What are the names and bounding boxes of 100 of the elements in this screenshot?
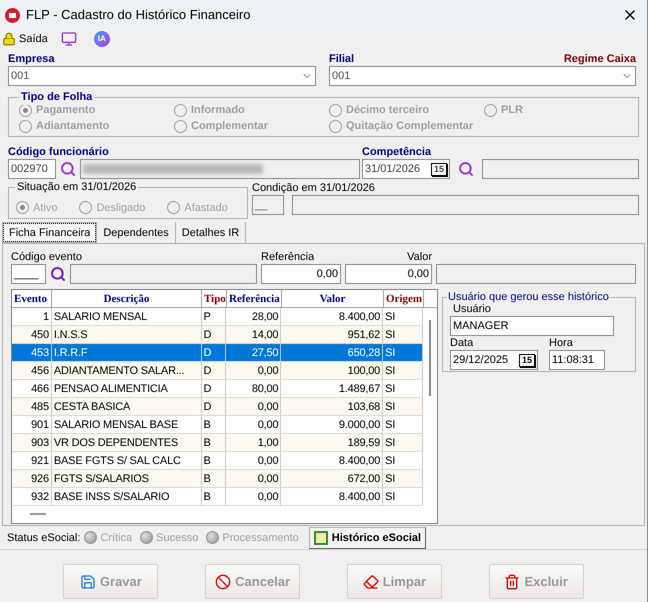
table-cell: 672,00 xyxy=(281,470,384,487)
scrollbar-thumb[interactable] xyxy=(429,320,431,396)
table-cell: 0,00 xyxy=(226,452,282,469)
table-cell: 1,00 xyxy=(226,434,282,451)
search-icon[interactable] xyxy=(60,161,76,177)
radio-label: Pagamento xyxy=(36,103,96,118)
tab[interactable]: Ficha Financeira xyxy=(2,222,98,243)
status-radio[interactable] xyxy=(206,531,220,544)
radio-label: Adiantamento xyxy=(36,119,110,134)
table-cell: 14,00 xyxy=(226,326,282,343)
date-field[interactable]: 29/12/2025 15 xyxy=(450,350,538,370)
radio-button[interactable] xyxy=(19,120,32,132)
exit-link[interactable]: Saída xyxy=(19,32,48,46)
radio-button[interactable] xyxy=(174,104,187,116)
table-cell: P xyxy=(202,308,226,325)
radio-button[interactable] xyxy=(484,104,497,116)
event-description-field[interactable] xyxy=(70,264,257,284)
time-field[interactable]: 11:08:31 xyxy=(549,350,605,370)
competence-detail-field[interactable] xyxy=(482,159,639,179)
table-cell: 8.400,00 xyxy=(281,452,384,469)
condition-detail-field[interactable] xyxy=(292,195,639,215)
group-title: Tipo de Folha xyxy=(19,89,94,105)
employee-name-field[interactable] xyxy=(80,159,360,179)
field-label: Condição em 31/01/2026 xyxy=(252,181,376,195)
ia-button[interactable]: IA xyxy=(94,31,110,47)
reference-field[interactable]: 0,00 xyxy=(261,264,341,284)
trash-icon xyxy=(504,574,520,590)
value-field[interactable]: 0,00 xyxy=(345,264,432,284)
field-label: Hora xyxy=(549,336,574,350)
radio-button[interactable] xyxy=(16,201,29,214)
field-label: Filial xyxy=(329,52,354,66)
table-row[interactable]: 450 I.N.S.S D 14,00 951,62 SI xyxy=(12,326,423,344)
window-title: FLP - Cadastro do Histórico Financeiro xyxy=(26,8,250,22)
calendar-button[interactable]: 15 xyxy=(430,162,447,176)
radio-button[interactable] xyxy=(329,104,342,116)
field-label: Valor xyxy=(406,250,432,264)
table-cell: 28,00 xyxy=(226,308,282,325)
column-header[interactable]: Descrição xyxy=(52,290,202,307)
table-cell: B xyxy=(202,452,226,469)
calendar-button[interactable]: 15 xyxy=(518,354,535,366)
table-cell: VR DOS DEPENDENTES xyxy=(52,434,202,451)
table-cell: B xyxy=(202,470,226,487)
radio-button[interactable] xyxy=(167,201,180,214)
radio-button[interactable] xyxy=(79,201,92,214)
table-cell: SI xyxy=(383,488,424,505)
radio-button[interactable] xyxy=(174,120,187,132)
table-cell: 8.400,00 xyxy=(281,488,384,505)
date-field[interactable]: 31/01/2026 15 xyxy=(362,159,450,179)
tab[interactable]: Detalhes IR xyxy=(176,222,246,243)
radio-label: Desligado xyxy=(96,200,146,214)
table-cell: SALARIO MENSAL xyxy=(52,308,202,325)
table-cell: ADIANTAMENTO SALAR... xyxy=(52,362,202,379)
status-radio[interactable] xyxy=(84,531,98,544)
column-header[interactable]: Origem xyxy=(384,290,424,307)
padlock-icon[interactable] xyxy=(2,32,16,46)
field-label: Código funcionário xyxy=(8,145,110,159)
radio-button[interactable] xyxy=(329,120,342,132)
table-row[interactable]: 903 VR DOS DEPENDENTES B 1,00 189,59 SI xyxy=(12,434,423,452)
field-label: Data xyxy=(450,336,474,350)
table-cell: B xyxy=(202,416,226,433)
event-code-field[interactable]: ____ xyxy=(11,264,46,284)
search-icon[interactable] xyxy=(50,266,66,282)
branch-dropdown[interactable]: 001 xyxy=(329,66,636,86)
field-label: Usuário xyxy=(453,302,492,316)
table-cell: SI xyxy=(383,362,424,379)
table-row[interactable]: 453 I.R.R.F D 27,50 650,28 SI xyxy=(12,344,423,362)
column-header[interactable]: Tipo xyxy=(202,290,227,307)
table-row[interactable]: 926 FGTS S/SALARIOS B 0,00 672,00 SI xyxy=(12,470,423,488)
tab[interactable]: Dependentes xyxy=(97,222,176,243)
monitor-icon[interactable] xyxy=(60,31,77,47)
company-dropdown[interactable]: 001 xyxy=(8,66,316,86)
table-row[interactable]: 921 BASE FGTS S/ SAL CALC B 0,00 8.400,00 SI xyxy=(12,452,423,470)
column-header[interactable]: Evento xyxy=(12,290,52,307)
table-cell: SI xyxy=(383,326,424,343)
table-row[interactable]: 485 CESTA BASICA D 0,00 103,68 SI xyxy=(12,398,423,416)
condition-code-field[interactable]: __ xyxy=(252,195,284,215)
table-cell: 8.400,00 xyxy=(281,308,384,325)
extra-field[interactable] xyxy=(436,264,636,284)
status-radio[interactable] xyxy=(140,531,154,544)
esocial-history-button[interactable]: Histórico eSocial xyxy=(308,526,426,548)
column-header[interactable]: Valor xyxy=(282,290,384,307)
table-row[interactable]: 932 BASE INSS S/SALARIO B 0,00 8.400,00 SI xyxy=(12,488,423,506)
employee-code-field[interactable]: 002970 xyxy=(8,159,56,179)
table-cell: 103,68 xyxy=(281,398,384,415)
table-row[interactable]: 1 SALARIO MENSAL P 28,00 8.400,00 SI xyxy=(12,308,423,326)
column-header[interactable]: Referência xyxy=(227,290,282,307)
table-cell: BASE FGTS S/ SAL CALC xyxy=(52,452,202,469)
search-icon[interactable] xyxy=(458,161,474,177)
table-cell: B xyxy=(202,434,226,451)
table-cell: I.N.S.S xyxy=(52,326,202,343)
group-title: Usuário que gerou esse histórico xyxy=(447,290,610,304)
user-field[interactable]: MANAGER xyxy=(450,316,614,336)
table-cell: 485 xyxy=(12,398,52,415)
table-row[interactable]: 456 ADIANTAMENTO SALAR... D 0,00 100,00 SI xyxy=(12,362,423,380)
table-row[interactable]: 466 PENSAO ALIMENTICIA D 80,00 1.489,67 SI xyxy=(12,380,423,398)
table-row[interactable]: 901 SALARIO MENSAL BASE B 0,00 9.000,00 SI xyxy=(12,416,423,434)
table-cell: CESTA BASICA xyxy=(52,398,202,415)
scroll-indicator xyxy=(30,513,46,515)
table-cell: SI xyxy=(383,308,424,325)
status-option-label: Crítica xyxy=(100,530,132,544)
